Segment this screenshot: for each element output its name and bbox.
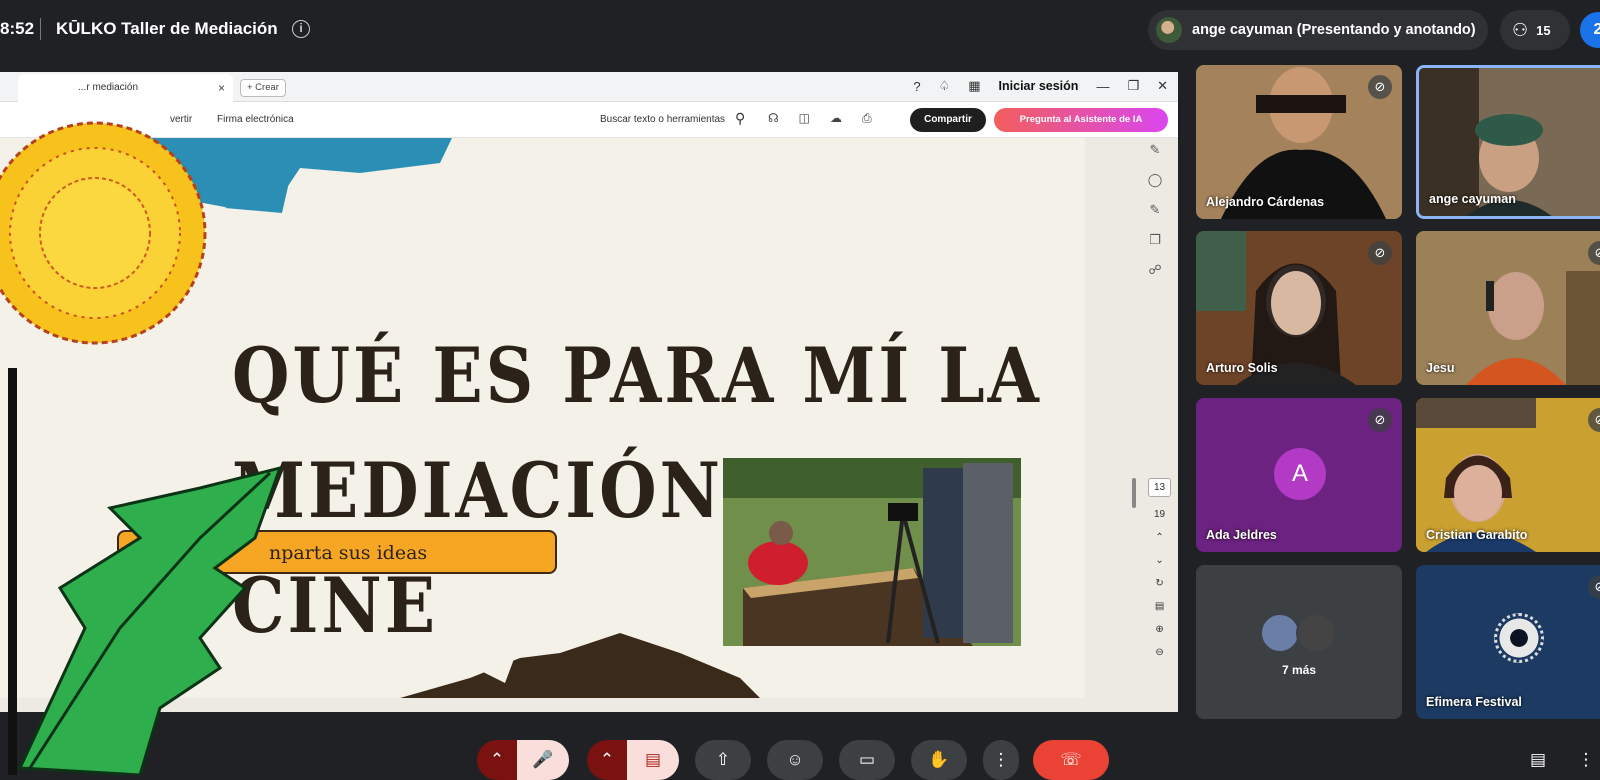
chevron-up-icon[interactable]: ⌃ xyxy=(1155,532,1163,543)
more-participants-label: 7 más xyxy=(1281,663,1317,677)
participant-tile[interactable]: ⊘ Jesu xyxy=(1416,231,1600,385)
bookmark-icon[interactable]: ✎ xyxy=(1150,202,1161,218)
page-current[interactable]: 13 xyxy=(1148,478,1172,497)
participant-tile-active[interactable]: ange cayuman xyxy=(1416,65,1600,219)
people-count: 15 xyxy=(1536,22,1551,38)
read-aloud-icon[interactable]: ☊ xyxy=(768,111,779,126)
present-screen-button[interactable]: ⇧ xyxy=(695,740,751,780)
participant-avatar xyxy=(1296,613,1336,653)
page-navigator: 13 19 ⌃ ⌄ ↻ ▤ ⊕ ⊖ xyxy=(1148,478,1172,658)
participant-name: Ada Jeldres xyxy=(1206,528,1277,542)
maximize-icon[interactable]: ❐ xyxy=(1127,78,1139,94)
copy-icon[interactable]: ❐ xyxy=(1149,232,1161,248)
activities-icon[interactable]: ⋮ xyxy=(1566,740,1600,780)
mic-off-icon: ⊘ xyxy=(1368,75,1392,99)
call-controls: ⌃ 🎤 ⌃ ▤ ⇧ ☺ ▭ ✋ ⋮ ☏ xyxy=(465,726,1135,780)
upload-icon[interactable]: ☁ xyxy=(830,111,842,126)
participant-name: Jesu xyxy=(1426,361,1455,375)
mic-off-icon: ⊘ xyxy=(1588,575,1600,599)
mic-off-button[interactable]: 🎤 xyxy=(517,740,569,780)
header-divider xyxy=(40,18,41,40)
ai-assistant-button[interactable]: Pregunta al Asistente de IA xyxy=(994,108,1168,132)
meeting-clock: 8:52 xyxy=(0,19,35,38)
window-controls: ? ♤ ▦ Iniciar sesión — ❐ ✕ xyxy=(913,78,1168,94)
more-options-button[interactable]: ⋮ xyxy=(983,740,1019,780)
participant-name: Arturo Solis xyxy=(1206,361,1278,375)
participant-tile[interactable]: ⊘ A Ada Jeldres xyxy=(1196,398,1402,552)
captions-button[interactable]: ▭ xyxy=(839,740,895,780)
participant-name: Efimera Festival xyxy=(1426,695,1522,709)
edit-icon[interactable]: ✎ xyxy=(1150,142,1161,158)
zoom-in-icon[interactable]: ⊕ xyxy=(1155,624,1163,635)
info-icon[interactable]: i xyxy=(292,20,310,38)
page-settings-icon[interactable]: ▤ xyxy=(1155,601,1164,612)
participant-name: ange cayuman xyxy=(1429,192,1516,206)
document-scrollbar[interactable] xyxy=(1132,478,1136,508)
presenter-avatar xyxy=(1156,17,1182,43)
presenter-chip[interactable]: ange cayuman (Presentando y anotando) xyxy=(1148,10,1488,50)
chevron-up-icon[interactable]: ⌃ xyxy=(477,740,517,780)
chevron-down-icon[interactable]: ⌄ xyxy=(1155,555,1163,566)
garden-filming-photo xyxy=(723,458,1021,646)
page-total: 19 xyxy=(1154,509,1166,520)
self-avatar[interactable]: 2 xyxy=(1580,12,1600,48)
print-icon[interactable]: ⎙ xyxy=(862,111,872,126)
toolbar-icons: ☊ ◫ ☁ ⎙ xyxy=(768,111,872,126)
raise-hand-button[interactable]: ✋ xyxy=(911,740,967,780)
attach-icon[interactable]: ☍ xyxy=(1148,262,1161,278)
festival-logo xyxy=(1494,613,1544,663)
camera-off-button[interactable]: ▤ xyxy=(627,740,679,780)
people-icon: ⚇ xyxy=(1512,19,1529,40)
share-button[interactable]: Compartir xyxy=(910,108,986,132)
participant-name: Cristian Garabito xyxy=(1426,528,1528,542)
participant-avatar: A xyxy=(1274,448,1326,500)
help-icon[interactable]: ? xyxy=(913,79,920,94)
signin-button[interactable]: Iniciar sesión xyxy=(999,79,1079,93)
participant-tile[interactable]: ⊘ Alejandro Cárdenas xyxy=(1196,65,1402,219)
meeting-title: KŪLKO Taller de Mediación xyxy=(56,19,278,38)
chevron-up-icon[interactable]: ⌃ xyxy=(587,740,627,780)
presenter-label: ange cayuman (Presentando y anotando) xyxy=(1192,22,1476,38)
comment-icon[interactable]: ◯ xyxy=(1148,172,1163,188)
more-avatars xyxy=(1260,613,1336,653)
zoom-out-icon[interactable]: ⊖ xyxy=(1155,647,1163,658)
refresh-icon[interactable]: ↻ xyxy=(1155,578,1163,589)
close-window-icon[interactable]: ✕ xyxy=(1157,78,1168,94)
emoji-button[interactable]: ☺ xyxy=(767,740,823,780)
meeting-header: 8:52 KŪLKO Taller de Mediación i ange ca… xyxy=(0,0,1600,60)
minimize-icon[interactable]: — xyxy=(1096,79,1109,94)
end-call-button[interactable]: ☏ xyxy=(1033,740,1109,780)
annotation-drawing xyxy=(0,121,283,775)
save-icon[interactable]: ◫ xyxy=(799,111,810,126)
pdf-side-tools: ✎ ◯ ✎ ❐ ☍ xyxy=(1140,142,1170,278)
participant-name: Alejandro Cárdenas xyxy=(1206,195,1325,209)
search-tools-input[interactable]: Buscar texto o herramientas xyxy=(600,114,725,125)
bell-icon[interactable]: ♤ xyxy=(939,78,951,94)
chat-icon[interactable]: ▤ xyxy=(1518,740,1558,780)
apps-grid-icon[interactable]: ▦ xyxy=(968,78,980,94)
participant-avatar xyxy=(1260,613,1300,653)
participant-tile[interactable]: ⊘ Arturo Solis xyxy=(1196,231,1402,385)
slide-title-line1: QUÉ ES PARA MÍ LA xyxy=(232,330,1042,421)
search-icon[interactable]: ⚲ xyxy=(735,110,745,127)
mic-off-icon: ⊘ xyxy=(1368,241,1392,265)
participant-tile[interactable]: ⊘ Efimera Festival xyxy=(1416,565,1600,719)
people-button[interactable]: ⚇ 15 xyxy=(1500,10,1570,50)
more-participants-tile[interactable]: 7 más xyxy=(1196,565,1402,719)
mic-off-icon: ⊘ xyxy=(1368,408,1392,432)
participant-tile[interactable]: ⊘ Cristian Garabito xyxy=(1416,398,1600,552)
